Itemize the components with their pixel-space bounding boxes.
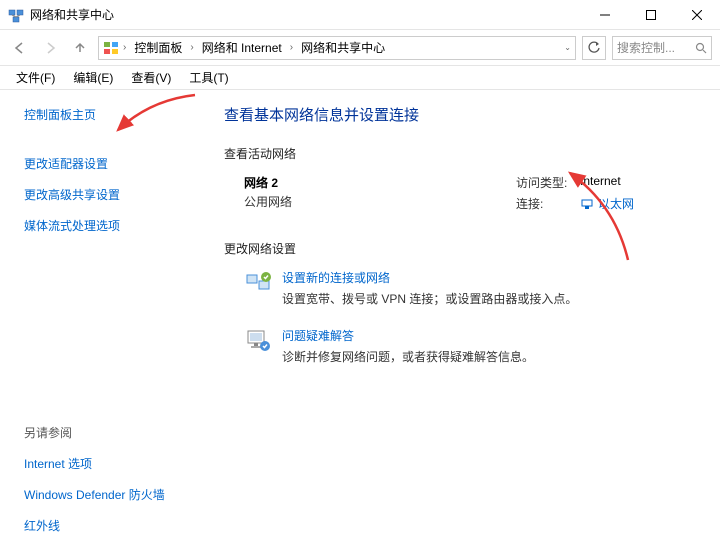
chevron-right-icon: › xyxy=(190,42,193,53)
access-type-label: 访问类型: xyxy=(516,174,580,191)
sidebar-link-home[interactable]: 控制面板主页 xyxy=(24,106,188,123)
window-controls xyxy=(582,0,720,30)
back-button[interactable] xyxy=(8,36,32,60)
network-details: 访问类型: Internet 连接: 以太网 xyxy=(516,174,696,216)
task-setup-desc: 设置宽带、拨号或 VPN 连接；或设置路由器或接入点。 xyxy=(282,290,577,307)
search-placeholder: 搜索控制... xyxy=(617,39,675,56)
network-entry: 网络 2 公用网络 访问类型: Internet 连接: 以太网 xyxy=(224,174,696,216)
menu-view[interactable]: 查看(V) xyxy=(123,67,179,88)
sidebar-link-defender[interactable]: Windows Defender 防火墙 xyxy=(24,486,188,503)
address-bar: › 控制面板 › 网络和 Internet › 网络和共享中心 ⌄ 搜索控制..… xyxy=(0,30,720,66)
access-type-value: Internet xyxy=(580,174,621,191)
sidebar: 控制面板主页 更改适配器设置 更改高级共享设置 媒体流式处理选项 另请参阅 In… xyxy=(0,90,200,560)
sidebar-link-advanced[interactable]: 更改高级共享设置 xyxy=(24,186,188,203)
task-trouble-title[interactable]: 问题疑难解答 xyxy=(282,327,534,344)
menu-bar: 文件(F) 编辑(E) 查看(V) 工具(T) xyxy=(0,66,720,90)
network-identity: 网络 2 公用网络 xyxy=(244,174,516,216)
sidebar-link-internet-options[interactable]: Internet 选项 xyxy=(24,455,188,472)
minimize-button[interactable] xyxy=(582,0,628,30)
sidebar-link-media[interactable]: 媒体流式处理选项 xyxy=(24,217,188,234)
network-type: 公用网络 xyxy=(244,193,516,210)
connection-name: 以太网 xyxy=(598,195,634,212)
menu-edit[interactable]: 编辑(E) xyxy=(65,67,121,88)
main-panel: 查看基本网络信息并设置连接 查看活动网络 网络 2 公用网络 访问类型: Int… xyxy=(200,90,720,560)
ethernet-icon xyxy=(580,197,594,211)
task-trouble-desc: 诊断并修复网络问题，或者获得疑难解答信息。 xyxy=(282,348,534,365)
breadcrumb-item[interactable]: 网络和共享中心 xyxy=(297,39,389,56)
page-heading: 查看基本网络信息并设置连接 xyxy=(224,104,696,125)
maximize-button[interactable] xyxy=(628,0,674,30)
close-button[interactable] xyxy=(674,0,720,30)
chevron-right-icon: › xyxy=(123,42,126,53)
window-title: 网络和共享中心 xyxy=(30,6,582,23)
setup-connection-icon xyxy=(244,269,272,297)
task-troubleshoot: 问题疑难解答 诊断并修复网络问题，或者获得疑难解答信息。 xyxy=(224,327,696,365)
task-setup-connection: 设置新的连接或网络 设置宽带、拨号或 VPN 连接；或设置路由器或接入点。 xyxy=(224,269,696,307)
connection-link[interactable]: 以太网 xyxy=(580,195,634,212)
up-button[interactable] xyxy=(68,36,92,60)
see-also-label: 另请参阅 xyxy=(24,424,188,441)
network-name: 网络 2 xyxy=(244,174,516,191)
forward-button[interactable] xyxy=(38,36,62,60)
refresh-button[interactable] xyxy=(582,36,606,60)
dropdown-arrow-icon[interactable]: ⌄ xyxy=(564,43,571,52)
app-icon xyxy=(8,7,24,23)
menu-tools[interactable]: 工具(T) xyxy=(181,67,236,88)
breadcrumb[interactable]: › 控制面板 › 网络和 Internet › 网络和共享中心 ⌄ xyxy=(98,36,576,60)
troubleshoot-icon xyxy=(244,327,272,355)
search-icon xyxy=(695,42,707,54)
breadcrumb-item[interactable]: 网络和 Internet xyxy=(198,39,286,56)
search-input[interactable]: 搜索控制... xyxy=(612,36,712,60)
control-panel-icon xyxy=(103,40,119,56)
task-setup-title[interactable]: 设置新的连接或网络 xyxy=(282,269,577,286)
breadcrumb-item[interactable]: 控制面板 xyxy=(130,39,186,56)
active-networks-header: 查看活动网络 xyxy=(224,145,696,162)
title-bar: 网络和共享中心 xyxy=(0,0,720,30)
menu-file[interactable]: 文件(F) xyxy=(8,67,63,88)
sidebar-link-adapter[interactable]: 更改适配器设置 xyxy=(24,155,188,172)
change-settings-header: 更改网络设置 xyxy=(224,240,696,257)
sidebar-link-infrared[interactable]: 红外线 xyxy=(24,517,188,534)
content-area: 控制面板主页 更改适配器设置 更改高级共享设置 媒体流式处理选项 另请参阅 In… xyxy=(0,90,720,560)
chevron-right-icon: › xyxy=(290,42,293,53)
connections-label: 连接: xyxy=(516,195,580,212)
